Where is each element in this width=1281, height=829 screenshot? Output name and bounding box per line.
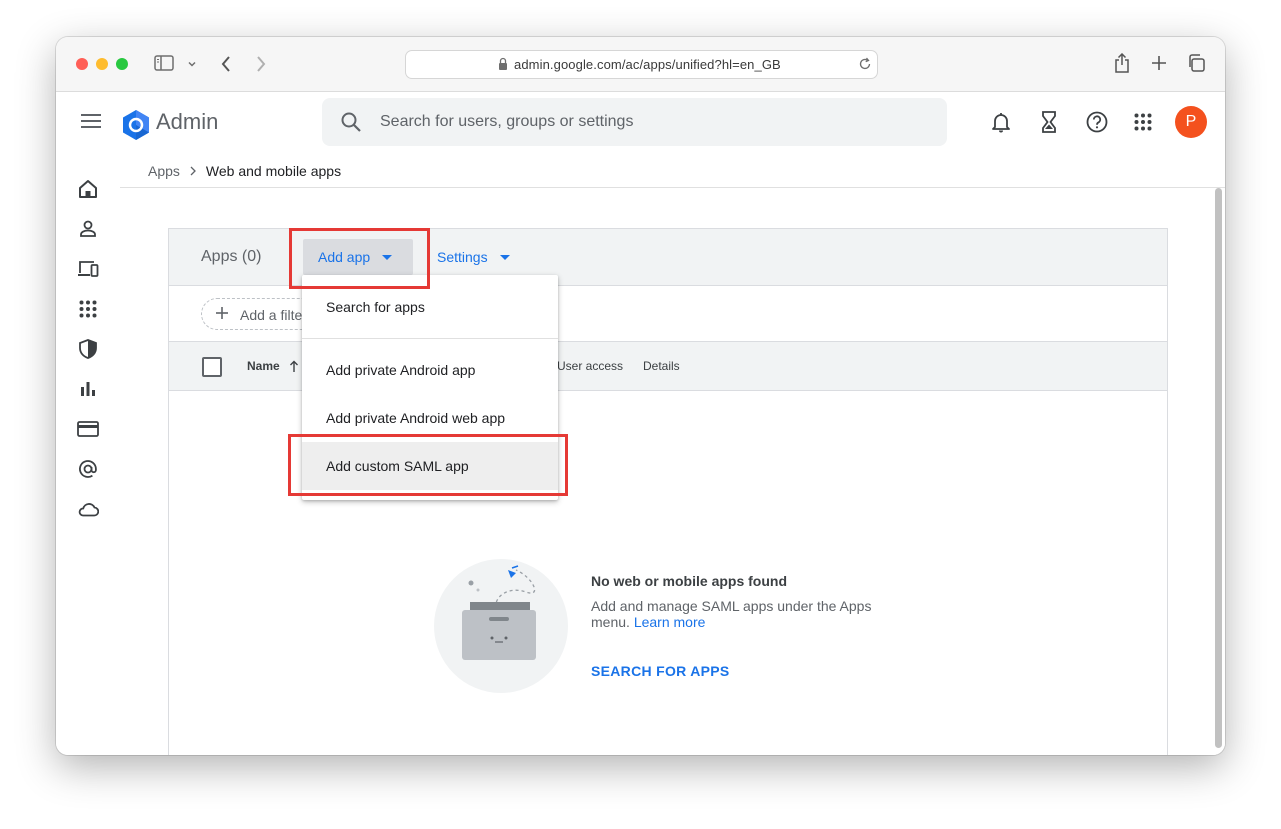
notifications-icon[interactable] [989,110,1013,134]
nav-apps-icon[interactable] [76,297,100,321]
address-bar[interactable]: admin.google.com/ac/apps/unified?hl=en_G… [405,50,878,79]
empty-state-illustration [434,558,570,699]
browser-toolbar: admin.google.com/ac/apps/unified?hl=en_G… [56,37,1225,92]
help-icon[interactable] [1085,110,1109,134]
nav-security-icon[interactable] [76,337,100,361]
back-icon[interactable] [218,54,234,74]
nav-cloud-icon[interactable] [76,497,100,521]
nav-devices-icon[interactable] [76,257,100,281]
page-scrollbar[interactable] [1214,188,1223,755]
share-icon[interactable] [1113,52,1131,74]
admin-brand[interactable]: Admin [156,109,218,135]
empty-state-title: No web or mobile apps found [591,573,787,589]
main-menu-icon[interactable] [81,114,101,130]
header-divider [120,187,1225,188]
column-details[interactable]: Details [643,359,680,373]
apps-count-title: Apps (0) [201,248,262,265]
menu-item-add-private-android-app[interactable]: Add private Android app [302,346,558,394]
admin-header: Admin Search for users, groups or settin… [56,92,1225,156]
zoom-window-button[interactable] [116,58,128,70]
apps-grid-icon[interactable] [1131,110,1155,134]
new-tab-icon[interactable] [1150,54,1168,72]
settings-button[interactable]: Settings [437,249,510,265]
search-input[interactable]: Search for users, groups or settings [322,98,947,146]
plus-icon [215,306,229,325]
dropdown-arrow-icon [499,254,510,260]
hourglass-icon[interactable] [1037,110,1061,134]
column-name[interactable]: Name [247,359,280,373]
chevron-right-icon [190,163,196,179]
sidebar-toggle-icon[interactable] [153,54,175,72]
search-placeholder: Search for users, groups or settings [380,113,634,130]
select-all-checkbox[interactable] [202,357,222,377]
url-text: admin.google.com/ac/apps/unified?hl=en_G… [514,57,781,72]
breadcrumb-apps-link[interactable]: Apps [148,163,180,179]
sort-ascending-icon[interactable] [289,359,299,377]
settings-label: Settings [437,249,488,265]
menu-divider [302,338,558,339]
menu-item-search-for-apps[interactable]: Search for apps [302,283,558,331]
scrollbar-thumb[interactable] [1215,188,1222,748]
nav-users-icon[interactable] [76,217,100,241]
nav-home-icon[interactable] [76,177,100,201]
tab-overview-icon[interactable] [1186,53,1206,73]
menu-item-label: Add private Android app [326,362,476,378]
browser-window: admin.google.com/ac/apps/unified?hl=en_G… [56,37,1225,755]
avatar[interactable]: P [1175,106,1207,138]
chevron-down-icon[interactable] [186,58,198,70]
breadcrumb: Apps Web and mobile apps [148,163,341,179]
breadcrumb-current: Web and mobile apps [205,163,342,179]
nav-billing-icon[interactable] [76,417,100,441]
learn-more-link[interactable]: Learn more [634,614,706,630]
minimize-window-button[interactable] [96,58,108,70]
admin-page: Admin Search for users, groups or settin… [56,92,1225,755]
add-filter-label: Add a filte [240,307,303,323]
reload-icon[interactable] [858,57,872,76]
close-window-button[interactable] [76,58,88,70]
column-user-access[interactable]: User access [557,359,623,373]
add-app-highlight-box [289,228,430,289]
forward-icon[interactable] [253,54,269,74]
menu-item-label: Search for apps [326,299,425,315]
search-icon [340,111,362,138]
nav-account-icon[interactable] [76,457,100,481]
admin-logo-icon[interactable] [120,109,152,141]
search-for-apps-button[interactable]: SEARCH FOR APPS [591,663,730,679]
menu-item-label: Add private Android web app [326,410,506,426]
lock-icon [498,57,508,76]
nav-reporting-icon[interactable] [76,377,100,401]
saml-app-highlight-box [288,434,568,496]
empty-state-description: Add and manage SAML apps under the Apps … [591,598,881,630]
